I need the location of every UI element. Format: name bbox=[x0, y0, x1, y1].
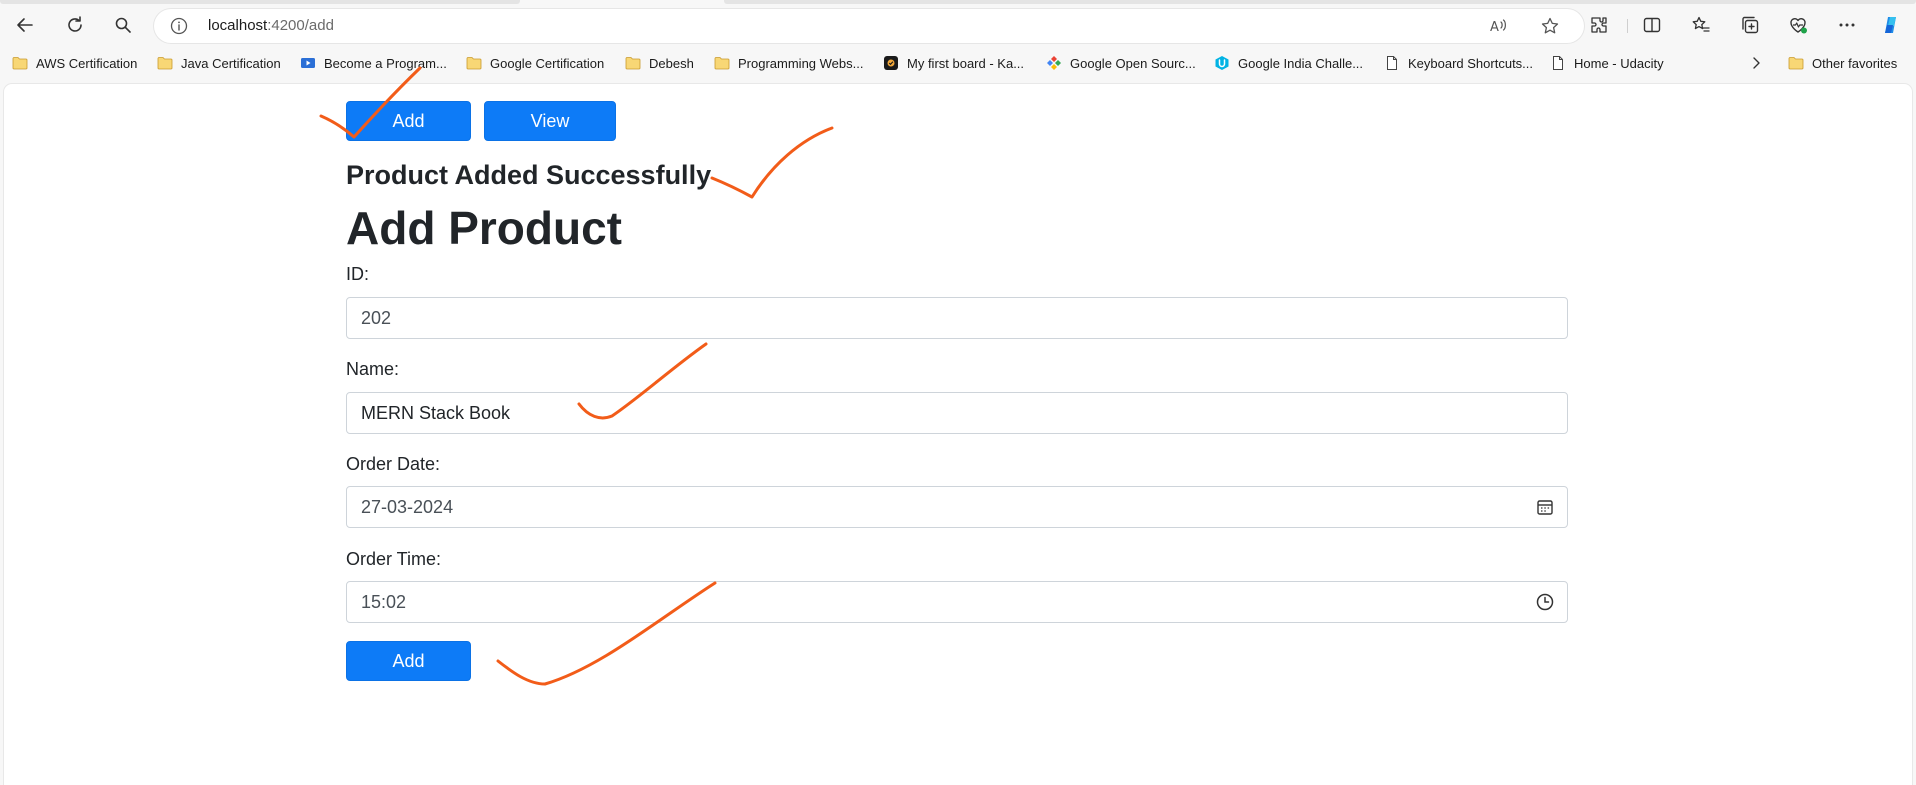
clock-icon[interactable] bbox=[1535, 592, 1555, 612]
extensions-icon bbox=[1591, 17, 1607, 33]
favorites-list-icon bbox=[1692, 16, 1710, 32]
refresh-button[interactable] bbox=[58, 8, 92, 42]
bookmark-aws-certification[interactable]: AWS Certification bbox=[12, 53, 137, 73]
split-screen-button[interactable] bbox=[1641, 14, 1663, 36]
order-date-input[interactable]: 27-03-2024 bbox=[346, 486, 1568, 528]
nav-add-product-button[interactable]: Add Product bbox=[346, 101, 471, 169]
google-open-source-icon bbox=[1046, 55, 1062, 71]
bookmark-label: Google India Challe... bbox=[1238, 55, 1364, 71]
kanban-icon bbox=[883, 55, 899, 71]
browser-toolbar: localhost:4200/add A bbox=[0, 4, 1916, 46]
url-text[interactable]: localhost:4200/add bbox=[208, 17, 334, 34]
chevron-right-icon bbox=[1748, 55, 1764, 71]
url-path: :4200/add bbox=[267, 17, 334, 34]
back-button[interactable] bbox=[8, 8, 42, 42]
calendar-icon[interactable] bbox=[1535, 497, 1555, 517]
name-label: Name: bbox=[346, 359, 400, 379]
page-icon bbox=[1384, 55, 1400, 71]
order-time-label: Order Time: bbox=[346, 549, 442, 569]
bookmark-label: Google Certification bbox=[490, 55, 605, 71]
order-time-value: 15:02 bbox=[361, 591, 407, 612]
nav-view-product-button[interactable]: View Product bbox=[484, 101, 616, 169]
collections-icon bbox=[1742, 16, 1759, 34]
favorite-star-icon[interactable] bbox=[1540, 16, 1560, 36]
extensions-button[interactable] bbox=[1588, 14, 1610, 36]
id-label: ID: bbox=[346, 264, 370, 284]
name-value: MERN Stack Book bbox=[361, 402, 511, 423]
bookmark-become-a-programmer[interactable]: Become a Program... bbox=[300, 53, 447, 73]
search-icon bbox=[115, 17, 131, 33]
bookmark-label: Keyboard Shortcuts... bbox=[1408, 55, 1534, 71]
udacity-icon bbox=[1214, 55, 1230, 71]
bookmark-label: Programming Webs... bbox=[738, 55, 864, 71]
refresh-icon bbox=[68, 16, 82, 32]
folder-icon bbox=[466, 55, 482, 71]
bookmark-label: Become a Program... bbox=[324, 55, 447, 71]
page-icon bbox=[1550, 55, 1566, 71]
bookmark-debesh[interactable]: Debesh bbox=[625, 53, 694, 73]
id-input[interactable]: 202 bbox=[346, 297, 1568, 339]
bookmark-google-india-challenge[interactable]: Google India Challe... bbox=[1214, 53, 1363, 73]
bookmark-label: Google Open Sourc... bbox=[1070, 55, 1196, 71]
read-aloud-icon[interactable]: A bbox=[1488, 16, 1508, 36]
heart-pulse-icon bbox=[1790, 18, 1807, 34]
bookmark-keyboard-shortcuts[interactable]: Keyboard Shortcuts... bbox=[1384, 53, 1533, 73]
url-host: localhost bbox=[208, 17, 268, 34]
search-button[interactable] bbox=[106, 8, 140, 42]
site-info-icon[interactable] bbox=[170, 17, 188, 35]
bookmarks-overflow-button[interactable] bbox=[1748, 53, 1772, 73]
page-title: Add Product bbox=[346, 202, 622, 254]
bookmark-label: Debesh bbox=[649, 55, 694, 71]
bookmarks-bar: AWS Certification Java Certification Bec… bbox=[0, 50, 1916, 76]
svg-text:A: A bbox=[1490, 20, 1499, 35]
collections-button[interactable] bbox=[1739, 14, 1761, 36]
bookmark-label: My first board - Ka... bbox=[907, 55, 1025, 71]
bookmark-programming-websites[interactable]: Programming Webs... bbox=[714, 53, 863, 73]
order-date-value: 27-03-2024 bbox=[361, 496, 454, 517]
browser-essentials-button[interactable] bbox=[1787, 14, 1809, 36]
bookmark-label: Home - Udacity bbox=[1574, 55, 1664, 71]
bookmark-label: AWS Certification bbox=[36, 55, 138, 71]
favorites-button[interactable] bbox=[1690, 14, 1712, 36]
bookmark-java-certification[interactable]: Java Certification bbox=[157, 53, 281, 73]
bookmark-label: Java Certification bbox=[181, 55, 281, 71]
order-time-input[interactable]: 15:02 bbox=[346, 581, 1568, 623]
folder-icon bbox=[157, 55, 173, 71]
bookmark-home-udacity[interactable]: Home - Udacity bbox=[1550, 53, 1664, 73]
settings-more-button[interactable] bbox=[1836, 14, 1858, 36]
other-favorites-label: Other favorites bbox=[1812, 55, 1898, 71]
split-screen-icon bbox=[1643, 17, 1661, 33]
bookmark-google-open-source[interactable]: Google Open Sourc... bbox=[1046, 53, 1196, 73]
folder-icon bbox=[12, 55, 28, 71]
name-input[interactable]: MERN Stack Book bbox=[346, 392, 1568, 434]
back-arrow-icon bbox=[17, 18, 33, 32]
order-date-label: Order Date: bbox=[346, 454, 441, 474]
bookmark-my-first-board[interactable]: My first board - Ka... bbox=[883, 53, 1024, 73]
copilot-icon bbox=[1885, 17, 1896, 33]
video-icon bbox=[300, 55, 316, 71]
page-viewport: Add Product View Product Product Added S… bbox=[4, 84, 1912, 785]
success-message: Product Added Successfully bbox=[346, 160, 712, 190]
id-value: 202 bbox=[361, 307, 392, 328]
folder-icon bbox=[625, 55, 641, 71]
folder-icon bbox=[1788, 55, 1804, 71]
folder-icon bbox=[714, 55, 730, 71]
other-favorites-folder[interactable]: Other favorites bbox=[1788, 53, 1897, 73]
copilot-button[interactable] bbox=[1880, 14, 1902, 36]
toolbar-divider bbox=[1627, 19, 1628, 33]
submit-add-product-button[interactable]: Add Product bbox=[346, 641, 471, 709]
address-bar[interactable]: localhost:4200/add A bbox=[154, 9, 1584, 43]
more-dots-icon bbox=[1839, 23, 1855, 27]
bookmark-google-certification[interactable]: Google Certification bbox=[466, 53, 604, 73]
